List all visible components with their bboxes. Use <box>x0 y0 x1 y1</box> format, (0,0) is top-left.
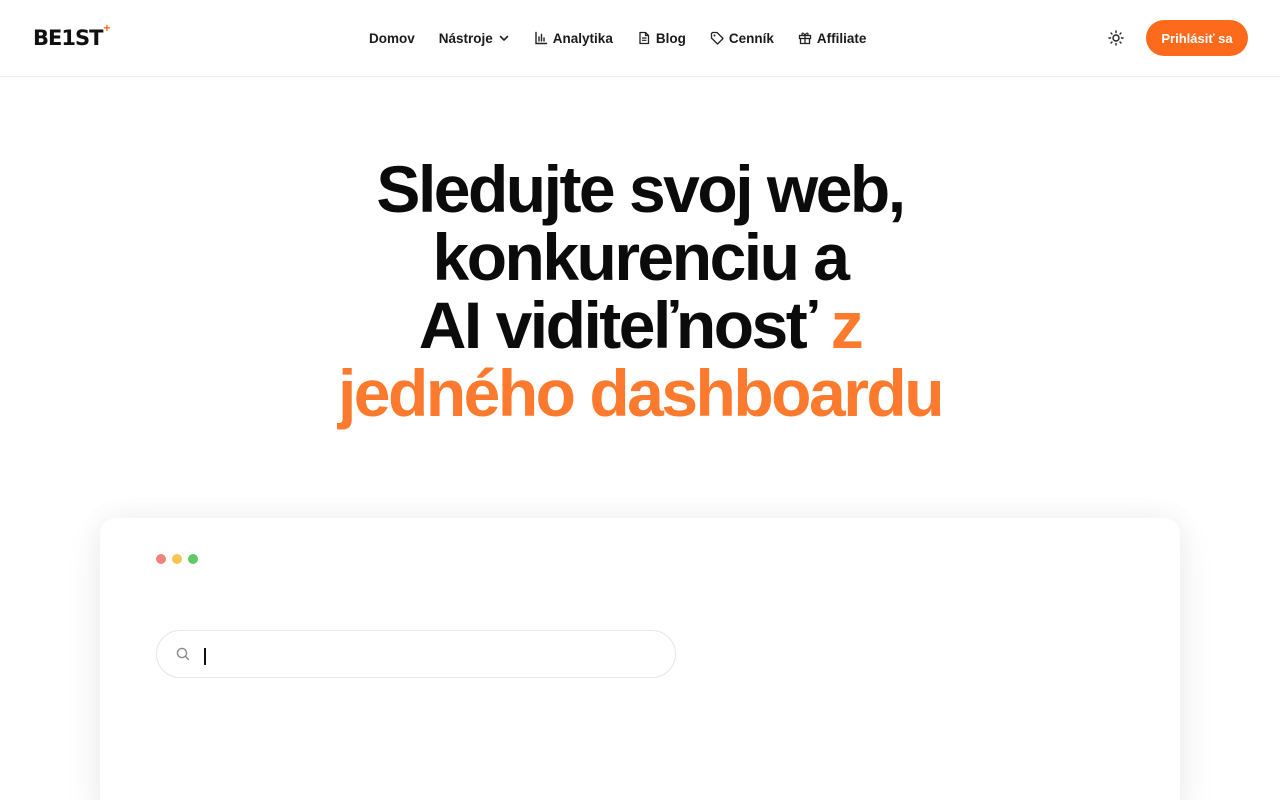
hero-line-3: AI viditeľnosť z <box>0 291 1280 359</box>
nav-item-analytika[interactable]: Analytika <box>534 31 613 46</box>
theme-toggle[interactable] <box>1106 28 1126 48</box>
nav-item-affiliate[interactable]: Affiliate <box>798 30 867 46</box>
hero-title: Sledujte svoj web, konkurenciu a AI vidi… <box>0 155 1280 427</box>
hero-line-3-accent: z <box>830 288 864 362</box>
search-box[interactable] <box>156 630 676 678</box>
window-maximize-dot <box>188 554 198 564</box>
search-icon <box>176 647 190 661</box>
nav-item-blog[interactable]: Blog <box>637 31 686 46</box>
nav-item-domov[interactable]: Domov <box>369 31 415 46</box>
nav-item-label: Blog <box>655 30 686 46</box>
sun-icon <box>1108 30 1124 46</box>
nav-item-label: Affiliate <box>816 30 867 46</box>
bar-chart-icon <box>535 31 547 45</box>
nav-item-label: Cenník <box>728 30 774 46</box>
tag-icon <box>710 31 724 45</box>
nav-item-nastroje[interactable]: Nástroje <box>439 31 510 46</box>
logo[interactable]: BE1ST + <box>33 21 111 54</box>
nav-item-label: Domov <box>369 30 415 46</box>
chevron-down-icon <box>499 35 509 41</box>
document-icon <box>639 31 649 45</box>
hero-line-2: konkurenciu a <box>432 220 850 294</box>
search-input[interactable] <box>203 631 653 677</box>
logo-star: + <box>103 21 111 35</box>
hero-line-1: Sledujte svoj web, <box>376 152 906 226</box>
nav-item-label: Nástroje <box>438 30 493 46</box>
dashboard-preview-card <box>100 518 1180 800</box>
hero: Sledujte svoj web, konkurenciu a AI vidi… <box>0 155 1280 427</box>
gift-icon <box>798 32 811 45</box>
hero-line-4: jedného dashboardu <box>337 356 945 430</box>
site-header: BE1ST + Domov Nástroje Analytika Blog Ce… <box>0 0 1280 77</box>
text-caret <box>204 648 206 665</box>
nav-item-cennik[interactable]: Cenník <box>710 31 774 46</box>
window-controls <box>156 554 204 564</box>
logo-text: BE1ST <box>33 26 103 50</box>
login-button[interactable]: Prihlásiť sa <box>1146 20 1248 56</box>
hero-line-3-main: AI viditeľnosť <box>418 288 818 362</box>
window-close-dot <box>156 554 166 564</box>
main-nav: Domov Nástroje Analytika Blog Cenník Aff… <box>369 27 890 49</box>
nav-item-label: Analytika <box>552 30 613 46</box>
window-minimize-dot <box>172 554 182 564</box>
